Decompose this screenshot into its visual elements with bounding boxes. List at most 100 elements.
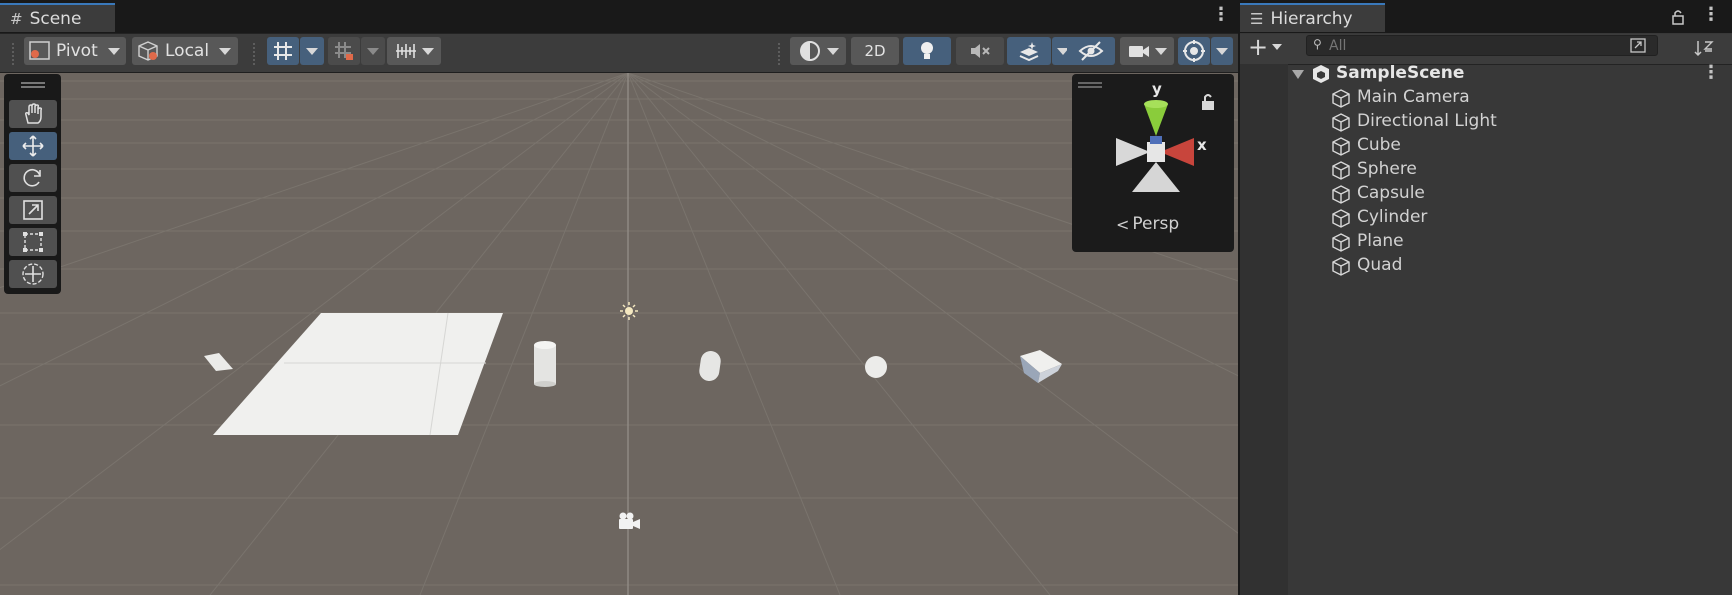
gizmo-x-label: x — [1197, 136, 1207, 154]
audio-toggle-button[interactable] — [956, 37, 1004, 65]
hierarchy-item[interactable]: Cube — [1240, 134, 1732, 158]
hierarchy-item-label: Cube — [1357, 135, 1401, 155]
pivot-icon — [29, 41, 50, 60]
plus-icon: + — [1248, 33, 1269, 61]
tool-palette — [4, 74, 61, 294]
cube-object[interactable] — [1020, 350, 1062, 383]
hierarchy-item[interactable]: Quad — [1240, 254, 1732, 278]
gizmos-toggle-button[interactable] — [1178, 37, 1210, 65]
gizmo-drag-handle[interactable] — [1078, 82, 1102, 88]
hierarchy-item[interactable]: Main Camera — [1240, 86, 1732, 110]
toolbar-grip — [253, 43, 257, 65]
tab-scene[interactable]: # Scene — [0, 3, 115, 32]
unity-scene-icon — [1313, 65, 1329, 83]
hierarchy-scene-row[interactable]: SampleScene ⋮ — [1240, 62, 1732, 86]
tab-hierarchy[interactable]: ☰ Hierarchy — [1240, 3, 1385, 32]
scale-tool-button[interactable] — [9, 196, 57, 224]
quad-object[interactable] — [204, 353, 233, 371]
increment-snap-dropdown[interactable] — [361, 37, 385, 65]
scene-effects-icon — [1019, 42, 1039, 62]
gizmos-icon — [1183, 40, 1205, 62]
move-tool-button[interactable] — [9, 132, 57, 160]
chevron-down-icon — [1155, 47, 1167, 55]
capsule-object[interactable] — [698, 350, 722, 382]
gameobject-cube-icon — [1332, 209, 1350, 228]
camera-settings-dropdown[interactable] — [1120, 37, 1174, 65]
effects-toggle-button[interactable] — [1007, 37, 1051, 65]
scene-viewport[interactable] — [0, 73, 1238, 595]
sphere-object[interactable] — [865, 356, 887, 378]
lock-icon[interactable] — [1670, 8, 1686, 26]
neg-x-axis-cone[interactable] — [1116, 138, 1150, 166]
draw-mode-dropdown[interactable] — [790, 37, 846, 65]
toolbar-grip — [12, 43, 16, 65]
increment-snap-button[interactable] — [328, 37, 360, 65]
increment-snap-icon — [335, 42, 353, 60]
space-dropdown[interactable]: Local — [132, 37, 238, 65]
grid-snap-icon — [274, 42, 292, 60]
main-camera-icon[interactable] — [619, 512, 640, 530]
lighting-toggle-button[interactable] — [903, 37, 951, 65]
rotate-icon — [23, 169, 41, 187]
scene-grid — [0, 73, 1238, 595]
plane-object[interactable] — [213, 313, 503, 435]
grid-snap-dropdown[interactable] — [300, 37, 324, 65]
hierarchy-more-menu-icon[interactable]: ⋮ — [1702, 6, 1720, 24]
gameobject-cube-icon — [1332, 137, 1350, 156]
hierarchy-item-label: Cylinder — [1357, 207, 1428, 227]
directional-light-icon[interactable] — [620, 302, 638, 320]
scene-toolbar: Pivot Local 2D — [0, 34, 1238, 73]
neg-y-axis-cone[interactable] — [1132, 162, 1180, 192]
tab-scene-label: Scene — [29, 8, 82, 29]
orientation-gizmo: y x < Persp — [1072, 74, 1234, 252]
transform-tool-button[interactable] — [9, 260, 57, 288]
axis-gizmo-icon[interactable] — [1102, 92, 1212, 212]
gizmos-dropdown[interactable] — [1211, 37, 1233, 65]
projection-toggle[interactable]: < Persp — [1116, 214, 1179, 234]
x-axis-cone[interactable] — [1160, 138, 1194, 166]
hierarchy-item[interactable]: Cylinder — [1240, 206, 1732, 230]
gameobject-cube-icon — [1332, 161, 1350, 180]
transform-icon — [22, 263, 44, 285]
toggle-2d-button[interactable]: 2D — [851, 37, 899, 65]
hierarchy-item[interactable]: Directional Light — [1240, 110, 1732, 134]
ruler-icon — [396, 44, 416, 58]
hierarchy-item-label: Main Camera — [1357, 87, 1470, 107]
hierarchy-item-label: Plane — [1357, 231, 1404, 251]
grid-snap-button[interactable] — [267, 37, 299, 65]
pivot-label: Pivot — [56, 41, 98, 61]
cylinder-object[interactable] — [534, 341, 556, 387]
pivot-dropdown[interactable]: Pivot — [24, 37, 126, 65]
toolbar-grip — [778, 43, 782, 65]
hierarchy-item-label: Sphere — [1357, 159, 1417, 179]
hierarchy-search-field[interactable]: ⚲ — [1306, 35, 1658, 56]
perspective-icon: < — [1116, 214, 1130, 234]
hierarchy-item[interactable]: Sphere — [1240, 158, 1732, 182]
gizmo-y-label: y — [1152, 80, 1162, 98]
scale-icon — [23, 200, 43, 220]
y-axis-cone[interactable] — [1144, 104, 1168, 136]
scene-visibility-button[interactable] — [1067, 37, 1115, 65]
ruler-dropdown[interactable] — [387, 37, 441, 65]
hand-tool-button[interactable] — [9, 100, 57, 128]
palette-drag-handle[interactable] — [21, 82, 45, 88]
search-options-icon[interactable] — [1629, 37, 1647, 54]
light-bulb-icon — [921, 42, 933, 59]
hierarchy-item[interactable]: Capsule — [1240, 182, 1732, 206]
rotate-tool-button[interactable] — [9, 164, 57, 192]
scene-row-menu-icon[interactable]: ⋮ — [1702, 64, 1720, 82]
move-arrows-icon — [22, 135, 44, 157]
create-dropdown[interactable]: + — [1248, 33, 1283, 61]
hierarchy-item[interactable]: Plane — [1240, 230, 1732, 254]
chevron-down-icon — [107, 47, 120, 55]
projection-label: Persp — [1132, 214, 1180, 234]
search-icon: ⚲ — [1313, 37, 1322, 51]
gameobject-cube-icon — [1332, 89, 1350, 108]
scene-more-menu-icon[interactable]: ⋮ — [1212, 6, 1230, 24]
search-input[interactable] — [1329, 37, 1609, 54]
rect-tool-button[interactable] — [9, 228, 57, 256]
gameobject-cube-icon — [1332, 233, 1350, 252]
gizmo-center-cube[interactable] — [1147, 142, 1165, 162]
expand-arrow-icon[interactable] — [1292, 70, 1304, 79]
sort-icon[interactable] — [1692, 38, 1718, 60]
